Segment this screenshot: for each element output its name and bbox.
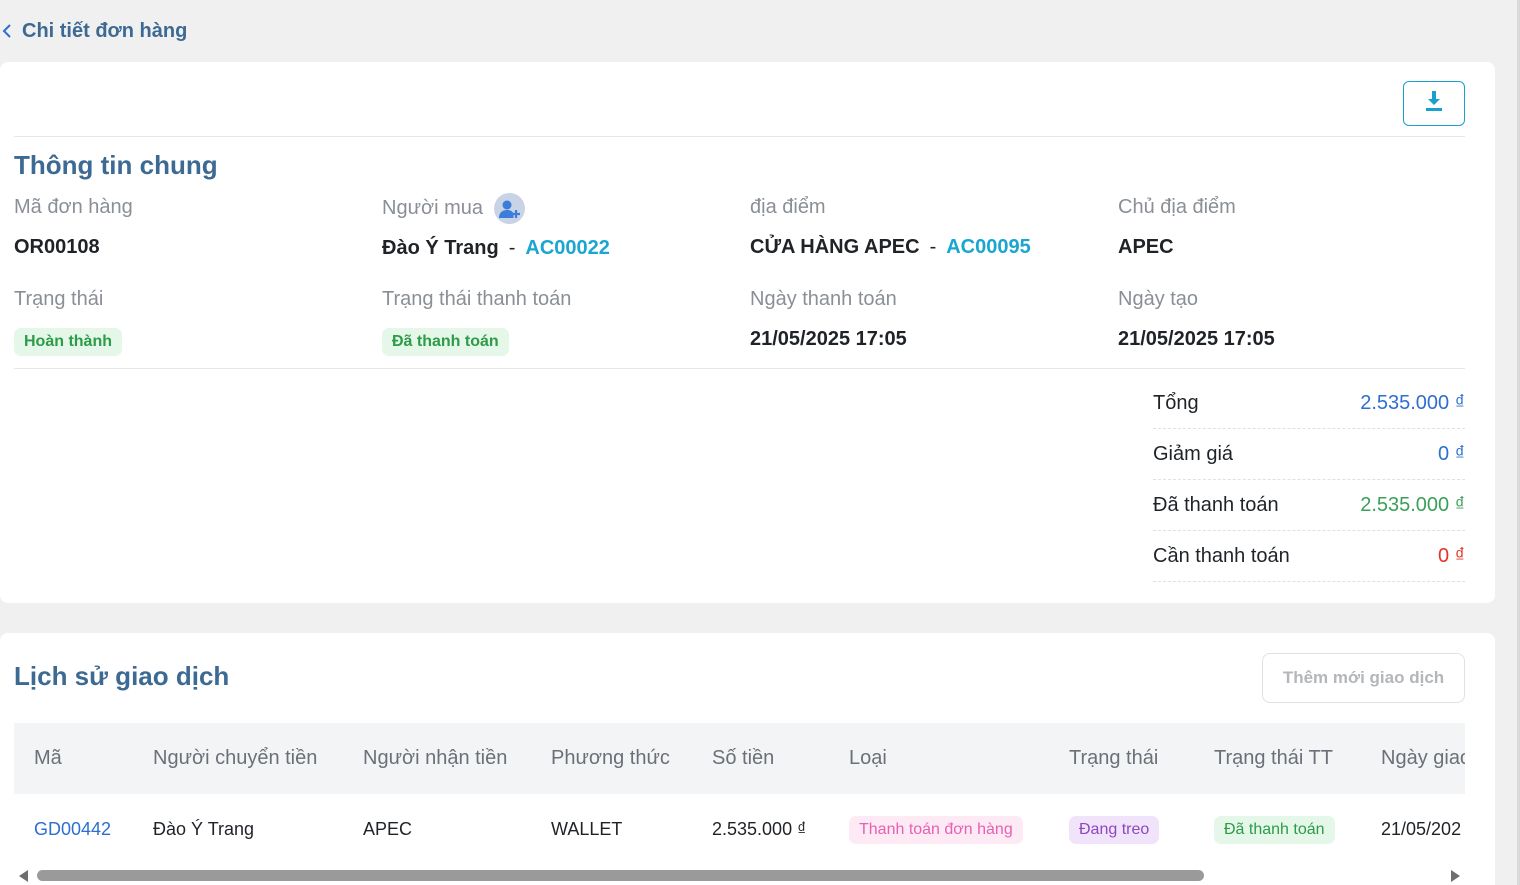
separator: - <box>929 236 937 258</box>
transaction-payment-status-badge: Đã thanh toán <box>1214 815 1335 844</box>
summary-paid-row: Đã thanh toán 2.535.000 ₫ <box>1153 480 1465 531</box>
scroll-left-arrow-icon[interactable] <box>19 870 28 882</box>
table-header-row: Mã Người chuyển tiền Người nhận tiền Phư… <box>14 723 1465 794</box>
summary-paid-value: 2.535.000 ₫ <box>1360 493 1465 516</box>
summary-total-row: Tổng 2.535.000 ₫ <box>1153 378 1465 429</box>
status-badge: Hoàn thành <box>14 328 122 356</box>
owner-label: Chủ địa điểm <box>1118 196 1236 218</box>
order-code-label: Mã đơn hàng <box>14 196 133 218</box>
summary-discount-value: 0 ₫ <box>1438 442 1465 465</box>
column-header: Trạng thái <box>1069 747 1159 769</box>
summary-total-label: Tổng <box>1153 391 1199 414</box>
location-code-link[interactable]: AC00095 <box>946 236 1031 259</box>
summary-discount-label: Giảm giá <box>1153 442 1234 465</box>
buyer-label: Người mua <box>382 193 525 224</box>
column-header: Người chuyển tiền <box>153 747 318 769</box>
created-date-value: 21/05/2025 17:05 <box>1118 328 1275 350</box>
column-header: Phương thức <box>551 747 670 769</box>
transaction-history-card: Lịch sử giao dịch Thêm mới giao dịch Mã … <box>0 633 1495 885</box>
horizontal-scrollbar[interactable] <box>0 866 1468 885</box>
add-transaction-button[interactable]: Thêm mới giao dịch <box>1262 653 1465 703</box>
transactions-table-wrap[interactable]: Mã Người chuyển tiền Người nhận tiền Phư… <box>14 723 1465 865</box>
transaction-type-badge: Thanh toán đơn hàng <box>849 815 1023 844</box>
transaction-sender: Đào Ý Trang <box>153 819 255 839</box>
transaction-status-cell: Đang treo <box>1049 794 1194 865</box>
divider <box>14 368 1465 369</box>
buyer-value: Đào Ý Trang - AC00022 <box>382 237 610 260</box>
download-button[interactable] <box>1403 81 1465 126</box>
transaction-code-link[interactable]: GD00442 <box>14 794 133 865</box>
payment-status-badge: Đã thanh toán <box>382 328 509 356</box>
payment-status-label: Trạng thái thanh toán <box>382 288 572 310</box>
summary-discount-row: Giảm giá 0 ₫ <box>1153 429 1465 480</box>
created-date-label: Ngày tạo <box>1118 288 1199 310</box>
column-header: Loại <box>849 747 887 769</box>
user-add-icon[interactable] <box>493 193 525 224</box>
divider <box>14 136 1465 137</box>
summary-due-value: 0 ₫ <box>1438 544 1465 567</box>
table-row[interactable]: GD00442 Đào Ý Trang APEC WALLET 2.535.00… <box>14 794 1465 865</box>
transaction-receiver: APEC <box>363 819 413 839</box>
summary-paid-label: Đã thanh toán <box>1153 493 1279 516</box>
section-title-general: Thông tin chung <box>14 150 218 180</box>
status-badge-wrap: Hoàn thành <box>14 328 122 356</box>
buyer-code-link[interactable]: AC00022 <box>525 237 610 260</box>
location-value: CỬA HÀNG APEC - AC00095 <box>750 236 1031 259</box>
transaction-date: 21/05/202 <box>1381 819 1462 839</box>
transactions-table: Mã Người chuyển tiền Người nhận tiền Phư… <box>14 723 1465 865</box>
column-header: Mã <box>34 747 62 769</box>
order-summary: Tổng 2.535.000 ₫ Giảm giá 0 ₫ Đã thanh t… <box>1153 378 1465 582</box>
chevron-left-icon[interactable] <box>0 21 14 41</box>
transaction-status-badge: Đang treo <box>1069 815 1160 844</box>
column-header: Ngày giao <box>1381 747 1465 769</box>
separator: - <box>508 237 516 259</box>
download-icon <box>1424 90 1444 117</box>
payment-date-label: Ngày thanh toán <box>750 288 897 310</box>
payment-status-badge-wrap: Đã thanh toán <box>382 328 509 356</box>
page-title: Chi tiết đơn hàng <box>22 19 188 42</box>
location-name: CỬA HÀNG APEC <box>750 236 920 258</box>
section-title-transactions: Lịch sử giao dịch <box>14 661 230 691</box>
location-label: địa điểm <box>750 196 826 218</box>
summary-total-value: 2.535.000 ₫ <box>1360 391 1465 414</box>
column-header: Số tiền <box>712 747 775 769</box>
summary-due-row: Cần thanh toán 0 ₫ <box>1153 531 1465 582</box>
order-code-value: OR00108 <box>14 236 100 258</box>
summary-due-label: Cần thanh toán <box>1153 544 1290 567</box>
payment-date-value: 21/05/2025 17:05 <box>750 328 907 350</box>
column-header: Người nhận tiền <box>363 747 508 769</box>
buyer-label-text: Người mua <box>382 197 483 219</box>
transaction-type-cell: Thanh toán đơn hàng <box>829 794 1049 865</box>
transaction-amount: 2.535.000 ₫ <box>712 819 807 839</box>
scrollbar-thumb[interactable] <box>37 870 1204 881</box>
page-header: Chi tiết đơn hàng <box>0 14 187 48</box>
transaction-payment-status-cell: Đã thanh toán <box>1194 794 1361 865</box>
scroll-right-arrow-icon[interactable] <box>1451 870 1460 882</box>
status-label: Trạng thái <box>14 288 104 310</box>
order-info-card: Thông tin chung Mã đơn hàng OR00108 Ngườ… <box>0 62 1495 603</box>
buyer-name: Đào Ý Trang <box>382 237 499 259</box>
column-header: Trạng thái TT <box>1214 747 1333 769</box>
owner-value: APEC <box>1118 236 1174 258</box>
transaction-method: WALLET <box>551 819 623 839</box>
